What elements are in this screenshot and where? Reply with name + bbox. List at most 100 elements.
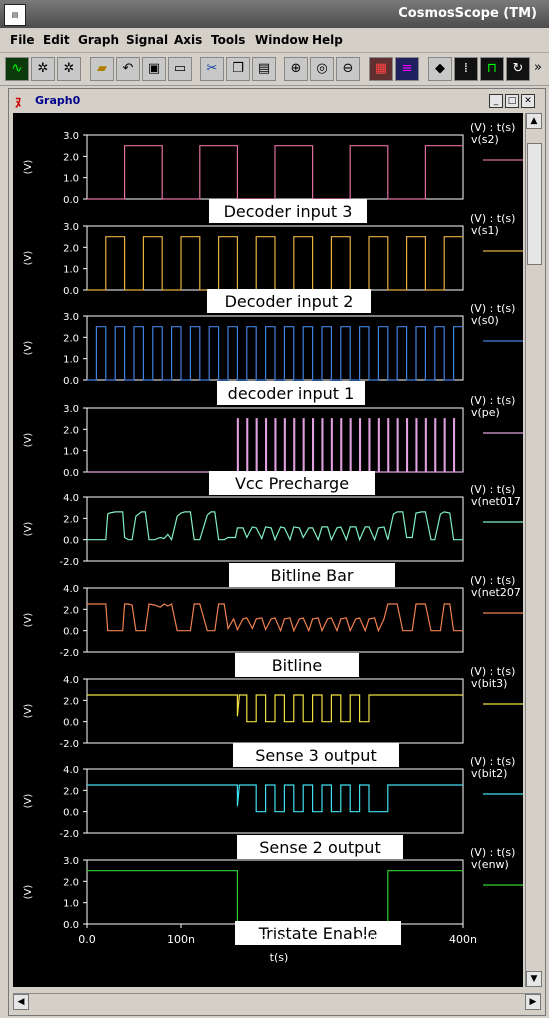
panel-caption: Bitline: [272, 656, 323, 675]
signal-trace-venw: [87, 870, 463, 925]
x-tick-label: 300n: [355, 933, 383, 946]
panel-caption: Vcc Precharge: [235, 474, 349, 493]
grid-icon[interactable]: ⁞: [454, 57, 478, 81]
signal-name-label: v(pe): [471, 406, 500, 419]
y-axis-label: (V): [23, 704, 34, 719]
wheel2-icon[interactable]: ✲: [57, 57, 81, 81]
y-axis-label: (V): [23, 160, 34, 175]
y-tick-label: 2.0: [63, 696, 79, 707]
x-tick-label: 100n: [167, 933, 195, 946]
signal-name-label: v(net207: [471, 586, 521, 599]
panel-frame: [86, 859, 464, 925]
waveform-icon[interactable]: ∿: [5, 57, 29, 81]
print-icon[interactable]: ▭: [168, 57, 192, 81]
y-tick-label: 2.0: [63, 786, 79, 797]
graph-window: ﾇ Graph0 _ □ ✕ 3.0 2.0 1.0 0.0 (V) (V) : t(s)…: [8, 88, 546, 1016]
y-tick-label: 2.0: [63, 877, 79, 888]
menu-tools[interactable]: Tools: [211, 33, 245, 47]
undo-icon[interactable]: ↶: [116, 57, 140, 81]
signal-name-label: v(s1): [471, 224, 499, 237]
y-tick-label: 4.0: [63, 493, 79, 504]
menu-window[interactable]: Window: [255, 33, 309, 47]
scroll-down-icon[interactable]: ▼: [526, 971, 542, 987]
scroll-up-icon[interactable]: ▲: [526, 113, 542, 129]
panel-caption: Sense 2 output: [259, 838, 380, 857]
save-icon[interactable]: ▣: [142, 57, 166, 81]
scroll-right-icon[interactable]: ▶: [525, 994, 541, 1010]
menu-bar: File Edit Graph Signal Axis Tools Window…: [0, 28, 549, 53]
panel-caption: Decoder input 3: [224, 202, 353, 221]
y-tick-label: 2.0: [63, 333, 79, 344]
graph-window-icon: ﾇ: [15, 96, 22, 111]
signal-trace-vs1: [87, 236, 463, 291]
y-tick-label: 1.0: [63, 899, 79, 910]
y-tick-label: 4.0: [63, 765, 79, 776]
scroll-left-icon[interactable]: ◀: [13, 994, 29, 1010]
close-button[interactable]: ✕: [521, 94, 535, 108]
grid2-icon[interactable]: ⊓: [480, 57, 504, 81]
minimize-button[interactable]: _: [489, 94, 503, 108]
overlay-icon[interactable]: ≡: [395, 57, 419, 81]
cut-icon[interactable]: ✂: [200, 57, 224, 81]
menu-signal[interactable]: Signal: [126, 33, 168, 47]
toolbar: ∿ ✲ ✲ ▰ ↶ ▣ ▭ ✂ ❐ ▤ ⊕ ◎ ⊖ ▦ ≡ ◆ ⁞ ⊓ ↻ »: [0, 53, 549, 86]
menu-edit[interactable]: Edit: [43, 33, 70, 47]
panel-frame: [86, 496, 464, 562]
menu-axis[interactable]: Axis: [174, 33, 202, 47]
y-tick-label: -2.0: [59, 829, 79, 840]
window-title: CosmosScope (TM): [398, 6, 537, 21]
horizontal-scrollbar[interactable]: ◀ ▶: [13, 993, 541, 1010]
signal-name-label: v(bit2): [471, 767, 507, 780]
y-tick-label: 3.0: [63, 312, 79, 323]
graph-window-title: Graph0: [35, 94, 81, 107]
y-tick-label: 0.0: [63, 920, 79, 931]
menu-help[interactable]: Help: [312, 33, 343, 47]
vertical-scroll-thumb[interactable]: [527, 143, 542, 265]
signal-name-label: v(enw): [471, 858, 509, 871]
y-tick-label: 3.0: [63, 404, 79, 415]
menu-file[interactable]: File: [10, 33, 35, 47]
open-folder-icon[interactable]: ▰: [90, 57, 114, 81]
y-tick-label: 2.0: [63, 425, 79, 436]
signal-name-label: v(net017: [471, 495, 521, 508]
wheel-icon[interactable]: ✲: [31, 57, 55, 81]
maximize-button[interactable]: □: [505, 94, 519, 108]
zoom-in-icon[interactable]: ⊕: [284, 57, 308, 81]
paste-icon[interactable]: ▤: [252, 57, 276, 81]
stack-icon[interactable]: ▦: [369, 57, 393, 81]
zoom-fit-icon[interactable]: ◎: [310, 57, 334, 81]
y-tick-label: 0.0: [63, 286, 79, 297]
y-tick-label: 3.0: [63, 856, 79, 867]
panel-caption: Sense 3 output: [255, 746, 376, 765]
signal-trace-vpe: [87, 418, 463, 473]
app-logo-icon[interactable]: ▤: [4, 4, 26, 26]
waveform-chart[interactable]: 3.02.01.00.0(V)(V) : t(s)v(s2)Decoder in…: [13, 113, 523, 987]
y-tick-label: 0.0: [63, 718, 79, 729]
x-axis-label: t(s): [270, 951, 289, 964]
menu-graph[interactable]: Graph: [78, 33, 119, 47]
copy-icon[interactable]: ❐: [226, 57, 250, 81]
signal-trace-vs0: [87, 326, 463, 381]
y-tick-label: 1.0: [63, 447, 79, 458]
y-tick-label: 3.0: [63, 131, 79, 142]
diamond-icon[interactable]: ◆: [428, 57, 452, 81]
y-tick-label: 4.0: [63, 675, 79, 686]
y-tick-label: 0.0: [63, 376, 79, 387]
y-axis-label: (V): [23, 341, 34, 356]
vertical-scrollbar[interactable]: ▲ ▼: [525, 113, 542, 987]
zoom-out-icon[interactable]: ⊖: [336, 57, 360, 81]
panel-frame: [86, 587, 464, 653]
x-tick-label: 400n: [449, 933, 477, 946]
signal-name-label: v(bit3): [471, 677, 507, 690]
signal-name-label: v(s0): [471, 314, 499, 327]
y-tick-label: 1.0: [63, 265, 79, 276]
panel-caption: Bitline Bar: [270, 566, 353, 585]
refresh-icon[interactable]: ↻: [506, 57, 530, 81]
plot-area[interactable]: 3.0 2.0 1.0 0.0 (V) (V) : t(s) v(s2) Decoder in…: [13, 113, 523, 987]
toolbar-overflow-icon[interactable]: »: [532, 57, 544, 79]
x-tick-label: 200n: [261, 933, 289, 946]
y-axis-label: (V): [23, 433, 34, 448]
y-tick-label: 0.0: [63, 536, 79, 547]
y-tick-label: 1.0: [63, 174, 79, 185]
y-tick-label: 2.0: [63, 243, 79, 254]
